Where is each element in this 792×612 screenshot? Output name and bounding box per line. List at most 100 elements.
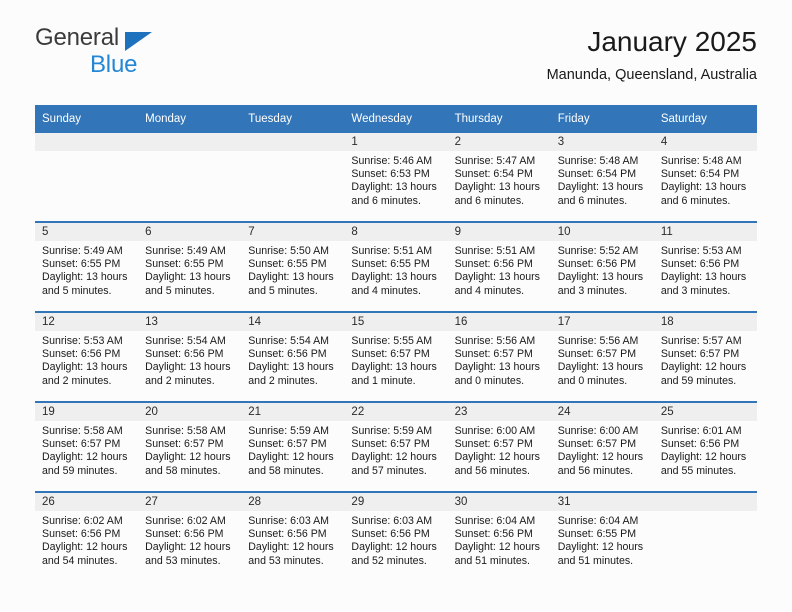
calendar-day-cell[interactable]: 10 Sunrise: 5:52 AM Sunset: 6:56 PM Dayligh… <box>550 221 654 312</box>
calendar-day-cell[interactable]: 20 Sunrise: 5:58 AM Sunset: 6:57 PM Dayligh… <box>138 401 242 492</box>
day-cell-inner: 20 Sunrise: 5:58 AM Sunset: 6:57 PM Dayligh… <box>138 403 242 491</box>
day-number: 18 <box>653 313 757 331</box>
calendar-day-cell[interactable]: 3 Sunrise: 5:48 AM Sunset: 6:54 PM Daylight… <box>550 133 654 222</box>
day-number: 5 <box>35 223 139 241</box>
calendar-day-cell[interactable]: 21 Sunrise: 5:59 AM Sunset: 6:57 PM Dayligh… <box>241 401 345 492</box>
sunrise-time: Sunrise: 6:00 AM <box>454 425 536 437</box>
day-number: 16 <box>447 313 551 331</box>
sunset-time: Sunset: 6:55 PM <box>351 258 430 271</box>
weekday-header-thursday: Thursday <box>447 105 551 133</box>
daylight-line1: Daylight: 13 hours <box>145 271 231 284</box>
calendar-day-cell[interactable]: 11 Sunrise: 5:53 AM Sunset: 6:56 PM Dayligh… <box>653 221 757 312</box>
logo-triangle-icon <box>125 32 152 51</box>
calendar-day-cell[interactable]: 1 Sunrise: 5:46 AM Sunset: 6:53 PM Daylight… <box>344 133 448 222</box>
calendar-day-cell[interactable]: 31 Sunrise: 6:04 AM Sunset: 6:55 PM Dayligh… <box>550 491 654 581</box>
title-block: January 2025 Manunda, Queensland, Austra… <box>547 26 757 84</box>
day-cell-details: Sunrise: 5:56 AM Sunset: 6:57 PM Daylight:… <box>448 331 551 388</box>
calendar-week-row: 26 Sunrise: 6:02 AM Sunset: 6:56 PM Dayligh… <box>35 491 757 581</box>
daylight-line1: Daylight: 13 hours <box>660 271 747 284</box>
day-number: 6 <box>138 223 242 241</box>
day-number: 1 <box>344 133 448 151</box>
calendar-day-cell[interactable]: 28 Sunrise: 6:03 AM Sunset: 6:56 PM Dayligh… <box>241 491 345 581</box>
sunrise-time: Sunrise: 6:01 AM <box>660 425 742 437</box>
sunrise-time: Sunrise: 5:46 AM <box>351 155 433 167</box>
daylight-line2: and 6 minutes. <box>660 194 731 207</box>
calendar-day-cell[interactable]: 7 Sunrise: 5:50 AM Sunset: 6:55 PM Daylight… <box>241 221 345 312</box>
day-cell-inner: 31 Sunrise: 6:04 AM Sunset: 6:55 PM Dayligh… <box>550 493 654 581</box>
day-cell-inner <box>35 133 139 221</box>
calendar-day-cell[interactable]: 13 Sunrise: 5:54 AM Sunset: 6:56 PM Dayligh… <box>138 311 242 402</box>
daylight-line2: and 59 minutes. <box>42 464 118 477</box>
daylight-line1: Daylight: 13 hours <box>557 271 644 284</box>
day-cell-inner: 21 Sunrise: 5:59 AM Sunset: 6:57 PM Dayligh… <box>241 403 345 491</box>
daylight-line2: and 6 minutes. <box>557 194 628 207</box>
calendar-week-row: 19 Sunrise: 5:58 AM Sunset: 6:57 PM Dayligh… <box>35 401 757 492</box>
sunset-time: Sunset: 6:57 PM <box>557 438 637 451</box>
day-cell-details: Sunrise: 5:50 AM Sunset: 6:55 PM Daylight:… <box>241 241 344 298</box>
page-header: General Blue January 2025 Manunda, Queen… <box>35 26 757 98</box>
daylight-line1: Daylight: 12 hours <box>248 541 334 554</box>
calendar-week-row: 12 Sunrise: 5:53 AM Sunset: 6:56 PM Dayligh… <box>35 311 757 402</box>
day-cell-inner: 17 Sunrise: 5:56 AM Sunset: 6:57 PM Dayligh… <box>550 313 654 401</box>
calendar-day-cell[interactable]: 27 Sunrise: 6:02 AM Sunset: 6:56 PM Dayligh… <box>138 491 242 581</box>
daylight-line1: Daylight: 12 hours <box>660 451 747 464</box>
day-cell-details: Sunrise: 6:02 AM Sunset: 6:56 PM Daylight:… <box>138 511 241 568</box>
weekday-header-friday: Friday <box>550 105 654 133</box>
sunset-time: Sunset: 6:54 PM <box>557 168 637 181</box>
calendar-day-cell-empty <box>35 133 139 222</box>
calendar-day-cell[interactable]: 6 Sunrise: 5:49 AM Sunset: 6:55 PM Daylight… <box>138 221 242 312</box>
calendar-page: General Blue January 2025 Manunda, Queen… <box>0 0 792 612</box>
day-cell-inner: 29 Sunrise: 6:03 AM Sunset: 6:56 PM Dayligh… <box>344 493 448 581</box>
day-cell-inner: 26 Sunrise: 6:02 AM Sunset: 6:56 PM Dayligh… <box>35 493 139 581</box>
calendar-day-cell[interactable]: 8 Sunrise: 5:51 AM Sunset: 6:55 PM Daylight… <box>344 221 448 312</box>
daylight-line2: and 57 minutes. <box>351 464 427 477</box>
calendar-day-cell[interactable]: 19 Sunrise: 5:58 AM Sunset: 6:57 PM Dayligh… <box>35 401 139 492</box>
calendar-day-cell[interactable]: 9 Sunrise: 5:51 AM Sunset: 6:56 PM Daylight… <box>447 221 551 312</box>
day-cell-inner: 28 Sunrise: 6:03 AM Sunset: 6:56 PM Dayligh… <box>241 493 345 581</box>
calendar-day-cell[interactable]: 22 Sunrise: 5:59 AM Sunset: 6:57 PM Dayligh… <box>344 401 448 492</box>
calendar-table: Sunday Monday Tuesday Wednesday Thursday… <box>35 105 757 581</box>
calendar-day-cell[interactable]: 4 Sunrise: 5:48 AM Sunset: 6:54 PM Daylight… <box>653 133 757 222</box>
calendar-day-cell[interactable]: 23 Sunrise: 6:00 AM Sunset: 6:57 PM Dayligh… <box>447 401 551 492</box>
day-number: 29 <box>344 493 448 511</box>
daylight-line2: and 51 minutes. <box>557 554 634 567</box>
calendar-body: 1 Sunrise: 5:46 AM Sunset: 6:53 PM Daylight… <box>35 133 757 581</box>
calendar-day-cell[interactable]: 12 Sunrise: 5:53 AM Sunset: 6:56 PM Dayligh… <box>35 311 139 402</box>
sunset-time: Sunset: 6:57 PM <box>42 438 121 451</box>
sunset-time: Sunset: 6:57 PM <box>351 348 430 361</box>
calendar-day-cell[interactable]: 18 Sunrise: 5:57 AM Sunset: 6:57 PM Dayligh… <box>653 311 757 402</box>
calendar-day-cell[interactable]: 15 Sunrise: 5:55 AM Sunset: 6:57 PM Dayligh… <box>344 311 448 402</box>
calendar-day-cell-empty <box>138 133 242 222</box>
day-number <box>138 133 242 151</box>
sunset-time: Sunset: 6:55 PM <box>42 258 121 271</box>
daylight-line1: Daylight: 13 hours <box>660 181 747 194</box>
calendar-grid: Sunday Monday Tuesday Wednesday Thursday… <box>35 105 757 581</box>
calendar-day-cell[interactable]: 30 Sunrise: 6:04 AM Sunset: 6:56 PM Dayligh… <box>447 491 551 581</box>
generalblue-logo[interactable]: General Blue <box>35 26 215 88</box>
daylight-line1: Daylight: 12 hours <box>454 451 540 464</box>
calendar-day-cell[interactable]: 25 Sunrise: 6:01 AM Sunset: 6:56 PM Dayligh… <box>653 401 757 492</box>
weekday-header-sunday: Sunday <box>35 105 139 133</box>
calendar-day-cell[interactable]: 5 Sunrise: 5:49 AM Sunset: 6:55 PM Daylight… <box>35 221 139 312</box>
day-cell-inner: 14 Sunrise: 5:54 AM Sunset: 6:56 PM Dayligh… <box>241 313 345 401</box>
day-number: 8 <box>344 223 448 241</box>
sunset-time: Sunset: 6:56 PM <box>42 348 121 361</box>
sunrise-time: Sunrise: 5:48 AM <box>660 155 742 167</box>
calendar-day-cell[interactable]: 26 Sunrise: 6:02 AM Sunset: 6:56 PM Dayligh… <box>35 491 139 581</box>
weekday-header-wednesday: Wednesday <box>344 105 448 133</box>
sunset-time: Sunset: 6:57 PM <box>557 348 637 361</box>
day-cell-details: Sunrise: 5:57 AM Sunset: 6:57 PM Daylight:… <box>654 331 757 388</box>
day-number: 14 <box>241 313 345 331</box>
day-cell-inner: 11 Sunrise: 5:53 AM Sunset: 6:56 PM Dayligh… <box>653 223 757 311</box>
calendar-day-cell[interactable]: 14 Sunrise: 5:54 AM Sunset: 6:56 PM Dayligh… <box>241 311 345 402</box>
sunset-time: Sunset: 6:56 PM <box>145 348 224 361</box>
daylight-line2: and 56 minutes. <box>454 464 530 477</box>
calendar-day-cell[interactable]: 16 Sunrise: 5:56 AM Sunset: 6:57 PM Dayligh… <box>447 311 551 402</box>
calendar-day-cell[interactable]: 2 Sunrise: 5:47 AM Sunset: 6:54 PM Daylight… <box>447 133 551 222</box>
day-cell-inner: 22 Sunrise: 5:59 AM Sunset: 6:57 PM Dayligh… <box>344 403 448 491</box>
calendar-day-cell[interactable]: 24 Sunrise: 6:00 AM Sunset: 6:57 PM Dayligh… <box>550 401 654 492</box>
calendar-day-cell[interactable]: 29 Sunrise: 6:03 AM Sunset: 6:56 PM Dayligh… <box>344 491 448 581</box>
daylight-line1: Daylight: 13 hours <box>42 271 128 284</box>
day-cell-inner <box>241 133 345 221</box>
calendar-day-cell[interactable]: 17 Sunrise: 5:56 AM Sunset: 6:57 PM Dayligh… <box>550 311 654 402</box>
